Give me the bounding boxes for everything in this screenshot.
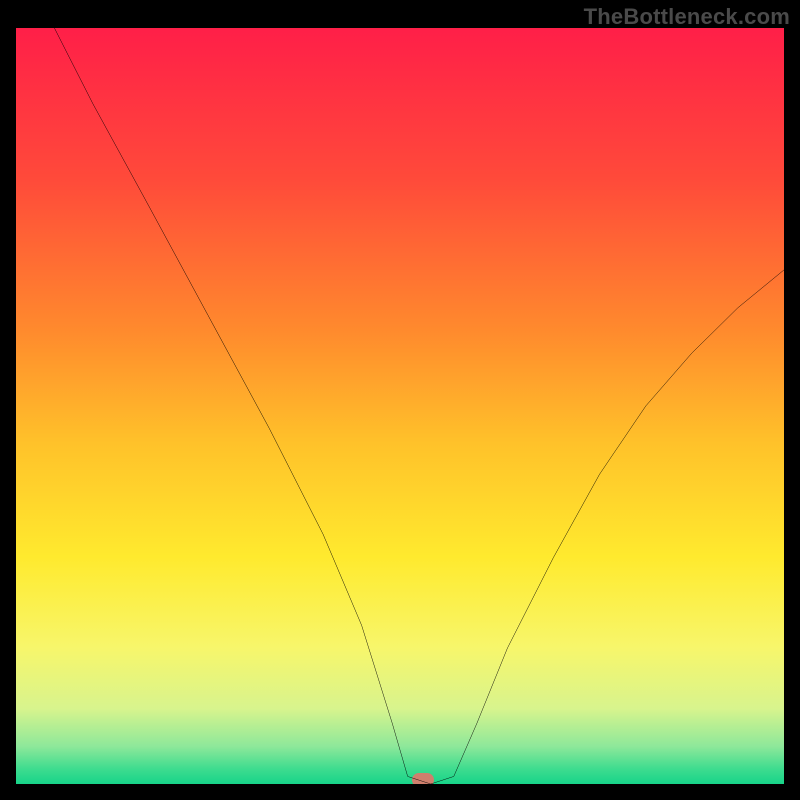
watermark-text: TheBottleneck.com (584, 4, 790, 30)
curve-line (16, 28, 784, 784)
chart-frame: TheBottleneck.com (0, 0, 800, 800)
plot-area (16, 28, 784, 784)
